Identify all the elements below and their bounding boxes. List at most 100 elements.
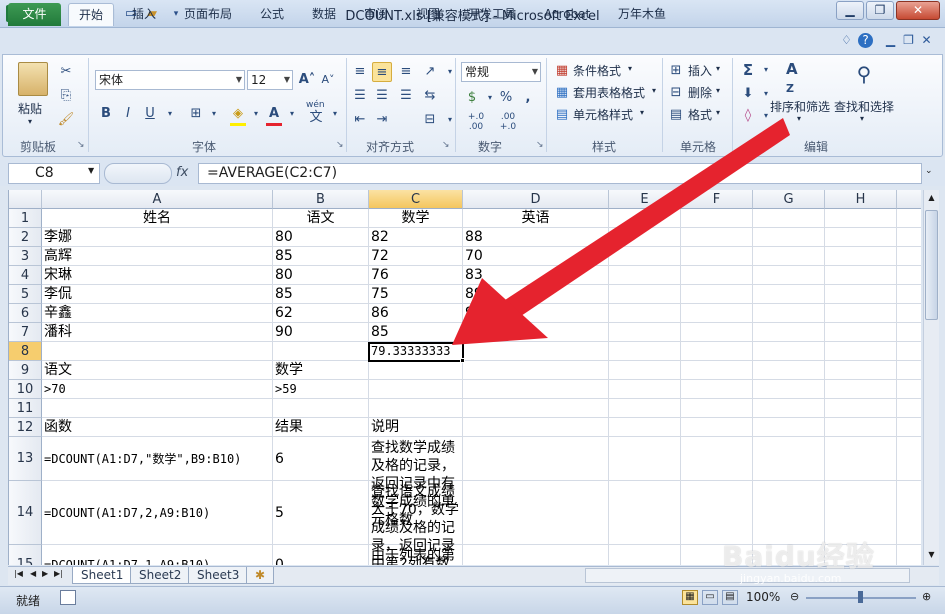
table-cell[interactable] — [753, 209, 825, 228]
grow-font-icon[interactable]: A˄ — [297, 70, 317, 90]
delete-cells-icon[interactable]: ⊟ — [666, 83, 686, 103]
table-cell[interactable]: 90 — [273, 323, 369, 342]
table-cell[interactable] — [825, 266, 897, 285]
row-header[interactable]: 15 — [9, 545, 42, 565]
normal-view-icon[interactable]: ▦ — [682, 590, 698, 605]
column-header-g[interactable]: G — [753, 190, 825, 209]
tab-acrobat[interactable]: Acrobat — [534, 3, 600, 26]
table-cell[interactable] — [897, 228, 921, 247]
table-cell[interactable] — [609, 266, 681, 285]
table-cell[interactable] — [681, 285, 753, 304]
table-cell[interactable]: 李娜 — [42, 228, 273, 247]
table-cell[interactable]: 0 — [273, 545, 369, 565]
insert-dropdown-icon[interactable]: ▾ — [716, 64, 720, 73]
table-cell[interactable] — [825, 285, 897, 304]
phonetic-dropdown-icon[interactable]: ▾ — [325, 104, 345, 124]
borders-icon[interactable]: ⊞ — [186, 104, 206, 124]
find-select-button[interactable]: 查找和选择 — [834, 98, 894, 115]
table-cell[interactable]: 高辉 — [42, 247, 273, 266]
wrap-text-icon[interactable]: ⇆ — [420, 86, 440, 106]
sheet-tab-sheet3[interactable]: Sheet3 — [188, 567, 249, 584]
table-cell[interactable]: 函数 — [42, 418, 273, 437]
table-cell[interactable] — [463, 342, 609, 361]
binoculars-icon[interactable]: ⚲ — [850, 62, 878, 90]
table-cell[interactable] — [681, 323, 753, 342]
table-cell[interactable] — [897, 545, 921, 565]
row-header[interactable]: 1 — [9, 209, 42, 228]
minimize-ribbon-icon[interactable]: ♢ — [838, 32, 855, 49]
tab-insert[interactable]: 插入 — [122, 3, 166, 26]
minimize-button[interactable]: ▁ — [836, 1, 864, 20]
row-header[interactable]: 13 — [9, 437, 42, 481]
table-cell[interactable] — [463, 437, 609, 481]
italic-button[interactable]: I — [118, 104, 138, 124]
tab-developer[interactable]: 开发工具 — [458, 3, 526, 26]
table-cell[interactable]: 数学 — [273, 361, 369, 380]
page-layout-view-icon[interactable]: ▭ — [702, 590, 718, 605]
table-cell[interactable]: 李侃 — [42, 285, 273, 304]
help-icon[interactable]: ? — [858, 33, 873, 48]
align-top-icon[interactable]: ≡ — [350, 62, 370, 82]
table-cell[interactable] — [897, 418, 921, 437]
paste-icon[interactable] — [18, 62, 48, 96]
table-cell[interactable] — [681, 399, 753, 418]
copy-icon[interactable]: ⎘ — [56, 86, 76, 106]
orientation-icon[interactable]: ↗ — [420, 62, 440, 82]
table-cell[interactable] — [681, 247, 753, 266]
formula-input[interactable]: =AVERAGE(C2:C7) — [198, 163, 922, 184]
table-cell[interactable] — [463, 361, 609, 380]
name-box-dropdown-icon[interactable]: ▼ — [88, 166, 94, 175]
table-cell[interactable] — [753, 228, 825, 247]
table-cell[interactable]: 85 — [273, 285, 369, 304]
table-cell[interactable] — [681, 437, 753, 481]
shrink-font-icon[interactable]: A˅ — [318, 70, 338, 90]
table-cell[interactable] — [609, 342, 681, 361]
number-format-combo[interactable]: 常规 ▼ — [461, 62, 541, 82]
table-cell[interactable]: =DCOUNT(A1:D7,"数学",B9:B10) — [42, 437, 273, 481]
table-cell[interactable]: 76 — [369, 266, 463, 285]
table-cell[interactable] — [753, 323, 825, 342]
table-cell[interactable] — [825, 342, 897, 361]
formula-resize-handle[interactable] — [104, 163, 172, 184]
table-cell[interactable] — [273, 342, 369, 361]
zoom-slider-thumb[interactable] — [858, 591, 863, 603]
align-right-icon[interactable]: ☰ — [396, 86, 416, 106]
row-header[interactable]: 12 — [9, 418, 42, 437]
table-cell[interactable] — [609, 285, 681, 304]
table-cell[interactable] — [463, 380, 609, 399]
zoom-in-icon[interactable]: ⊕ — [922, 590, 931, 603]
table-cell[interactable] — [753, 361, 825, 380]
table-cell[interactable] — [369, 361, 463, 380]
table-cell[interactable]: 75 — [369, 285, 463, 304]
table-cell[interactable]: 结果 — [273, 418, 369, 437]
conditional-formatting-icon[interactable]: ▦ — [552, 61, 572, 81]
format-as-table-button[interactable]: 套用表格格式 — [573, 84, 645, 101]
table-cell[interactable] — [681, 418, 753, 437]
close-button[interactable]: ✕ — [896, 1, 940, 20]
table-cell[interactable] — [463, 481, 609, 545]
table-cell[interactable] — [753, 399, 825, 418]
decrease-decimal-button[interactable]: .00 +.0 — [494, 112, 522, 132]
table-cell[interactable]: 辛鑫 — [42, 304, 273, 323]
column-header-extra[interactable] — [897, 190, 921, 209]
row-header[interactable]: 11 — [9, 399, 42, 418]
table-cell[interactable] — [681, 304, 753, 323]
table-cell[interactable] — [463, 323, 609, 342]
paste-button[interactable]: 粘贴 — [18, 100, 42, 117]
number-launcher-icon[interactable]: ↘ — [536, 140, 544, 150]
table-cell[interactable] — [681, 266, 753, 285]
name-box[interactable]: C8 — [8, 163, 100, 184]
restore-button[interactable]: ❐ — [866, 1, 894, 20]
underline-dropdown-icon[interactable]: ▾ — [160, 104, 180, 124]
format-cells-icon[interactable]: ▤ — [666, 105, 686, 125]
insert-function-button[interactable]: fx — [176, 165, 188, 180]
align-center-icon[interactable]: ☰ — [372, 86, 392, 106]
column-header-h[interactable]: H — [825, 190, 897, 209]
row-header[interactable]: 4 — [9, 266, 42, 285]
table-cell[interactable] — [369, 399, 463, 418]
table-cell[interactable] — [463, 418, 609, 437]
table-cell[interactable] — [609, 418, 681, 437]
window-restore-icon[interactable]: ❐ — [900, 32, 917, 49]
zoom-level[interactable]: 100% — [746, 590, 780, 604]
table-cell[interactable] — [825, 399, 897, 418]
